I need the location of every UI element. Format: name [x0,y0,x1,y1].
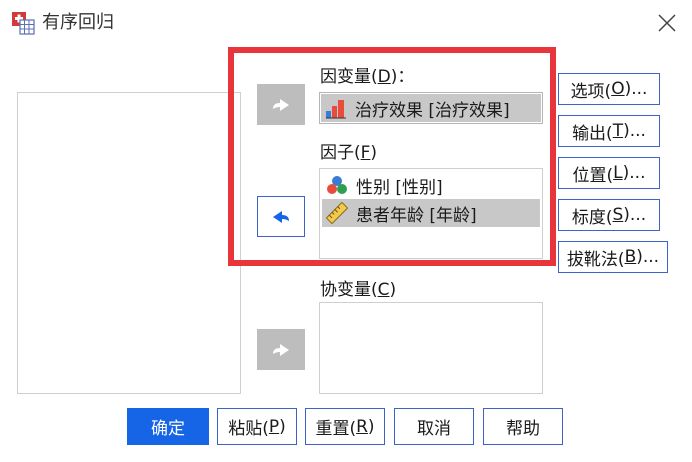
factor-list[interactable]: 性别 [性别] 患者年龄 [年龄] [319,168,543,259]
dependent-item[interactable]: 治疗效果 [治疗效果] [321,94,541,122]
close-icon [658,14,676,32]
location-button[interactable]: 位置(L)... [558,157,660,189]
dependent-label: 因变量(D)： [320,67,415,87]
ok-button[interactable]: 确定 [127,408,209,445]
move-to-covariate-button[interactable] [257,329,305,370]
close-button[interactable] [654,10,680,36]
dependent-item-tag: [治疗效果] [428,100,510,121]
factor-item-age[interactable]: 患者年龄 [年龄] [322,199,540,227]
output-button[interactable]: 输出(T)... [558,115,660,147]
source-variable-list[interactable] [17,92,241,394]
move-to-dependent-button[interactable] [257,84,305,125]
cancel-button[interactable]: 取消 [394,408,474,445]
factor-item-tag: [年龄] [429,205,477,226]
factor-item-name: 患者年龄 [356,205,424,226]
factor-label: 因子(F) [320,143,378,163]
scale-button[interactable]: 标度(S)... [558,199,660,231]
reset-button[interactable]: 重置(R) [305,408,385,445]
dependent-item-name: 治疗效果 [355,100,423,121]
bootstrap-button[interactable]: 拔靴法(B)... [558,241,668,273]
move-from-factor-button[interactable] [257,196,305,237]
factor-item-gender[interactable]: 性别 [性别] [322,171,540,199]
app-icon [11,11,35,35]
arrow-left-icon [273,210,289,223]
covariate-list[interactable] [319,302,543,394]
covariate-label: 协变量(C) [320,280,397,300]
window-title: 有序回归 [42,12,114,33]
scale-ruler-icon [326,202,348,224]
factor-item-name: 性别 [356,177,390,198]
help-button[interactable]: 帮助 [483,408,563,445]
options-button[interactable]: 选项(O)... [558,73,660,105]
arrow-right-icon [273,98,289,111]
dependent-field[interactable]: 治疗效果 [治疗效果] [319,92,543,124]
arrow-right-icon [273,343,289,356]
paste-button[interactable]: 粘贴(P) [217,408,297,445]
factor-item-tag: [性别] [395,177,443,198]
nominal-balls-icon [327,176,347,194]
ordinal-bar-icon [326,100,346,119]
